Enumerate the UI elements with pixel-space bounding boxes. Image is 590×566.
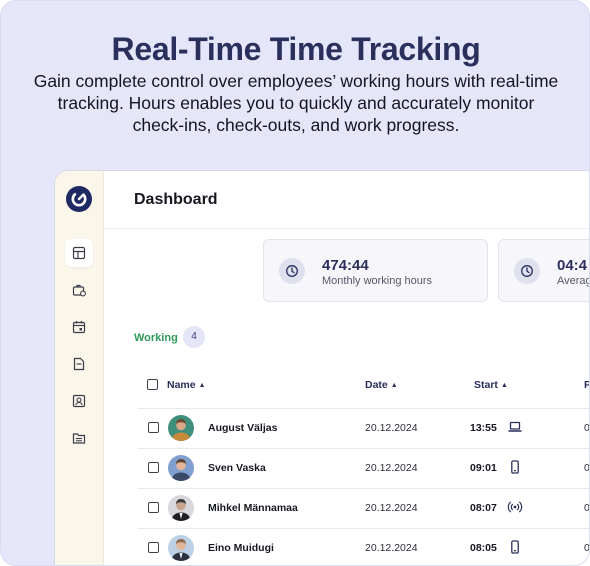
row-start-time: 09:01 (470, 462, 497, 474)
column-header-date[interactable]: Date ▲ (365, 379, 398, 391)
row-date: 20.12.2024 (365, 462, 418, 474)
column-header-label: Start (474, 379, 498, 391)
employee-name: Mihkel Männamaa (208, 502, 298, 514)
stat-value: 04:4 (557, 257, 588, 274)
contact-card-icon (72, 394, 86, 408)
row-start-time: 13:55 (470, 422, 497, 434)
row-checkbox[interactable] (148, 462, 159, 473)
row-checkbox[interactable] (148, 542, 159, 553)
feature-title: Real-Time Time Tracking (111, 31, 481, 67)
sidebar-item-documents[interactable] (65, 350, 93, 378)
stat-card-monthly-hours[interactable]: 474:44 Monthly working hours (263, 239, 488, 302)
sort-up-icon: ▲ (198, 382, 206, 389)
top-bar: Dashboard (104, 171, 589, 229)
row-cut-value: 0 (584, 542, 590, 554)
avatar (168, 415, 194, 441)
stat-label: Averag (557, 275, 590, 287)
avatar (168, 455, 194, 481)
row-checkbox[interactable] (148, 422, 159, 433)
sidebar-item-timesheets[interactable] (65, 276, 93, 304)
clock-icon (514, 258, 540, 284)
feature-description: Gain complete control over employees’ wo… (33, 71, 559, 135)
app-window: Dashboard 474:44 Monthly working hours 0… (54, 170, 590, 565)
stat-value: 474:44 (322, 257, 369, 274)
table-row[interactable]: Eino Muidugi 20.12.2024 08:05 0 (138, 528, 590, 565)
briefcase-clock-icon (72, 284, 86, 297)
calendar-icon (72, 321, 86, 334)
row-cut-value: 0 (584, 502, 590, 514)
clock-icon (279, 258, 305, 284)
sidebar-item-calendar[interactable] (65, 313, 93, 341)
row-date: 20.12.2024 (365, 542, 418, 554)
column-header-label: Name (167, 379, 196, 391)
document-icon (73, 357, 85, 371)
sidebar-item-employees[interactable] (65, 387, 93, 415)
table-row[interactable]: Sven Vaska 20.12.2024 09:01 0 (138, 448, 590, 488)
avatar (168, 535, 194, 561)
sidebar-item-dashboard[interactable] (65, 239, 93, 267)
employee-name: Eino Muidugi (208, 542, 274, 554)
employee-name: August Väljas (208, 422, 278, 434)
row-date: 20.12.2024 (365, 422, 418, 434)
row-checkbox[interactable] (148, 502, 159, 513)
sidebar-item-reports[interactable] (65, 424, 93, 452)
table-row[interactable]: August Väljas 20.12.2024 13:55 0 (138, 408, 590, 448)
folder-list-icon (72, 433, 86, 444)
employee-name: Sven Vaska (208, 462, 266, 474)
dashboard-icon (72, 246, 86, 260)
working-count-badge: 4 (183, 326, 205, 348)
sidebar (55, 171, 104, 565)
select-all-checkbox[interactable] (147, 379, 158, 390)
stat-card-average[interactable]: 04:4 Averag (498, 239, 590, 302)
hours-logo[interactable] (66, 186, 92, 212)
row-cut-value: 0 (584, 462, 590, 474)
row-cut-value: 0 (584, 422, 590, 434)
column-header-fourth[interactable]: P (584, 379, 589, 391)
feature-card: Real-Time Time Tracking Gain complete co… (0, 0, 590, 566)
column-header-label: Date (365, 379, 388, 391)
table-row[interactable]: Mihkel Männamaa 20.12.2024 08:07 0 (138, 488, 590, 528)
row-start-time: 08:05 (470, 542, 497, 554)
page-title: Dashboard (134, 191, 218, 208)
rfid-icon (507, 499, 523, 515)
row-start-time: 08:07 (470, 502, 497, 514)
avatar (168, 495, 194, 521)
column-header-name[interactable]: Name ▲ (167, 379, 206, 391)
column-header-label: P (584, 379, 589, 391)
phone-icon (507, 459, 523, 475)
row-date: 20.12.2024 (365, 502, 418, 514)
laptop-icon (507, 419, 523, 435)
sort-up-icon: ▲ (390, 382, 398, 389)
stat-label: Monthly working hours (322, 275, 433, 287)
phone-icon (507, 539, 523, 555)
column-header-start[interactable]: Start ▲ (474, 379, 508, 391)
working-label: Working (134, 332, 178, 344)
sort-up-icon: ▲ (500, 382, 508, 389)
